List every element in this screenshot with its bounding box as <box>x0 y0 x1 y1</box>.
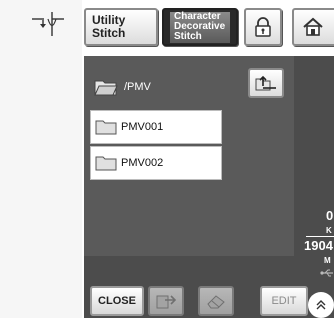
folder-icon <box>95 120 117 135</box>
memory-unit-2: M <box>324 256 331 265</box>
file-browser-panel: /PMV PMV001 PMV002 0 K 1904 M CLOSE EDIT <box>84 56 334 318</box>
delete-button[interactable] <box>198 286 234 316</box>
memory-value-1: 0 <box>326 208 334 223</box>
utility-stitch-button[interactable]: Utility Stitch <box>84 8 158 46</box>
folder-icon <box>95 156 117 171</box>
memory-value-2: 1904 <box>304 238 333 253</box>
scroll-up-button[interactable] <box>308 292 334 318</box>
folder-name: PMV001 <box>121 121 164 133</box>
current-folder-row: /PMV <box>94 72 151 102</box>
usb-icon <box>320 269 333 277</box>
character-label-3: Stitch <box>174 31 202 42</box>
home-icon <box>303 17 323 36</box>
parent-folder-button[interactable] <box>248 68 284 98</box>
memory-divider <box>306 236 334 237</box>
file-list-area: /PMV PMV001 PMV002 <box>84 56 294 256</box>
current-path: /PMV <box>124 81 151 93</box>
eraser-icon <box>207 295 225 309</box>
move-to-machine-button[interactable] <box>148 286 184 316</box>
chevron-up-icon <box>316 300 326 310</box>
folder-item-pmv002[interactable]: PMV002 <box>90 146 222 180</box>
edit-label: EDIT <box>271 295 297 307</box>
home-button[interactable] <box>292 8 334 46</box>
lock-icon <box>255 17 271 37</box>
folder-name: PMV002 <box>121 157 164 169</box>
edit-button[interactable]: EDIT <box>260 286 308 316</box>
folder-up-icon <box>255 75 276 91</box>
utility-stitch-label-2: Stitch <box>92 26 126 40</box>
left-sidebar <box>0 0 82 318</box>
needle-position-icon <box>32 12 64 36</box>
character-decorative-stitch-button[interactable]: Character Decorative Stitch <box>162 8 238 46</box>
open-folder-icon <box>94 80 118 96</box>
memory-unit-1: K <box>326 226 332 235</box>
lock-button[interactable] <box>244 8 282 46</box>
close-label: CLOSE <box>98 295 136 307</box>
move-file-icon <box>156 295 177 309</box>
folder-item-pmv001[interactable]: PMV001 <box>90 110 222 144</box>
close-button[interactable]: CLOSE <box>90 286 144 316</box>
